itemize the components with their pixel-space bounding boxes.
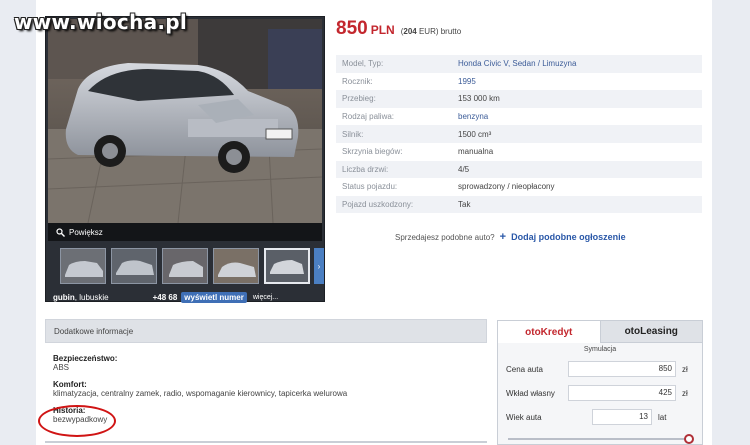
- tab-otoleasing[interactable]: otoLeasing: [600, 321, 702, 343]
- car-price-input[interactable]: 850: [568, 361, 676, 377]
- seller-bar: gubin, lubuskie +48 68 wyświetl numer wi…: [48, 291, 322, 303]
- thumbnail[interactable]: [60, 248, 106, 284]
- info-section-comfort: Komfort: klimatyzacja, centralny zamek, …: [53, 380, 473, 398]
- specs-table: Model, Typ: Honda Civic V, Sedan / Limuzy…: [336, 55, 702, 214]
- info-section-history: Historia: bezwypadkowy: [53, 406, 473, 424]
- price-currency: PLN: [370, 23, 395, 37]
- spec-value: sprowadzony / nieopłacony: [458, 182, 555, 192]
- seller-city: gubin: [53, 292, 75, 302]
- slider-track[interactable]: [508, 438, 688, 440]
- price-eur: (204 EUR) brutto: [401, 27, 462, 36]
- section-divider: [45, 441, 487, 443]
- car-photo-image: [48, 19, 322, 223]
- slider-handle[interactable]: [684, 434, 694, 444]
- spec-value[interactable]: Honda Civic V, Sedan / Limuzyna: [458, 55, 702, 73]
- info-section-text: bezwypadkowy: [53, 415, 108, 424]
- down-payment-input[interactable]: 425: [568, 385, 676, 401]
- tab-otokredyt[interactable]: otoKredyt: [498, 321, 601, 343]
- spec-value: 4/5: [458, 160, 702, 179]
- zoom-label: Powiększ: [69, 227, 103, 237]
- zoom-button[interactable]: Powiększ: [48, 223, 322, 241]
- spec-value: 1500 cm³: [458, 125, 702, 143]
- credit-widget: otoKredyt otoLeasing Symulacja Cena auta…: [497, 320, 703, 445]
- spec-row: Rodzaj paliwa: benzyna: [336, 108, 702, 126]
- spec-label: Przebieg:: [336, 90, 458, 108]
- show-number-button[interactable]: wyświetl numer: [181, 291, 247, 303]
- spec-row: Rocznik: 1995: [336, 73, 702, 91]
- row-unit: lat: [658, 412, 667, 422]
- info-section-title: Bezpieczeństwo:: [53, 354, 118, 363]
- thumbnail-active[interactable]: [264, 248, 310, 284]
- spec-row: Przebieg: 153 000 km: [336, 90, 702, 108]
- row-label: Wiek auta: [506, 412, 542, 422]
- similar-ad: Sprzedajesz podobne auto? + Dodaj podobn…: [395, 231, 626, 243]
- spec-row: Silnik: 1500 cm³: [336, 125, 702, 143]
- additional-info-header: Dodatkowe informacje: [45, 319, 487, 343]
- row-label: Wkład własny: [506, 388, 555, 398]
- spec-value[interactable]: 1995: [458, 73, 702, 91]
- car-age-input[interactable]: 13: [592, 409, 652, 425]
- down-payment-row: Wkład własny 425 zł: [506, 385, 688, 401]
- highlight-circle: [38, 405, 116, 437]
- thumbnail[interactable]: [213, 248, 259, 284]
- spec-label: Rocznik:: [342, 76, 373, 86]
- spec-label: Rodzaj paliwa:: [342, 112, 395, 122]
- eur-rest: EUR) brutto: [416, 27, 462, 36]
- chevron-right-icon: ›: [317, 261, 321, 271]
- more-link[interactable]: więcej...: [253, 294, 278, 301]
- car-price-row: Cena auta 850 zł: [506, 361, 688, 377]
- row-unit: zł: [682, 388, 688, 398]
- info-section-text: klimatyzacja, centralny zamek, radio, ws…: [53, 389, 348, 398]
- spec-value: manualna: [458, 147, 494, 157]
- eur-amount: 204: [403, 27, 417, 36]
- seller-location: gubin, lubuskie: [53, 293, 109, 302]
- spec-row: Skrzynia biegów: manualna: [336, 143, 702, 161]
- car-age-row: Wiek auta 13 lat: [506, 409, 666, 425]
- additional-info-body: Bezpieczeństwo: ABS Komfort: klimatyzacj…: [53, 354, 473, 432]
- spec-label: Model, Typ:: [336, 55, 458, 73]
- similar-question: Sprzedajesz podobne auto?: [395, 232, 495, 242]
- info-section-title: Historia:: [53, 406, 86, 415]
- widget-tabs: otoKredyt otoLeasing: [498, 321, 702, 343]
- seller-region: , lubuskie: [74, 292, 109, 302]
- spec-row: Status pojazdu: sprowadzony / nieopłacony: [336, 178, 702, 196]
- info-section-safety: Bezpieczeństwo: ABS: [53, 354, 473, 372]
- thumbnail-strip: [60, 248, 310, 284]
- spec-value: Tak: [458, 195, 702, 214]
- magnifier-icon: [56, 227, 65, 237]
- seller-phone: +48 68: [152, 292, 178, 302]
- thumbnail[interactable]: [111, 248, 157, 284]
- row-label: Cena auta: [506, 364, 543, 374]
- spec-value[interactable]: benzyna: [458, 108, 702, 126]
- thumbnails-next-button[interactable]: ›: [314, 248, 324, 284]
- info-section-text: ABS: [53, 363, 70, 372]
- spec-label: Skrzynia biegów:: [342, 147, 403, 157]
- watermark: www.wiocha.pl: [14, 10, 188, 34]
- price-amount: 850: [336, 18, 368, 39]
- price: 850 PLN (204 EUR) brutto: [336, 18, 461, 40]
- spec-value: 153 000 km: [458, 90, 702, 108]
- plus-icon[interactable]: +: [500, 231, 506, 243]
- spec-row: Liczba drzwi: 4/5: [336, 160, 702, 179]
- info-section-title: Komfort:: [53, 380, 87, 389]
- photo-gallery: Powiększ › gubin, lubuskie +48 68 wyświe…: [45, 16, 325, 303]
- spec-row: Pojazd uszkodzony: Tak: [336, 195, 702, 214]
- spec-label: Status pojazdu:: [342, 182, 398, 192]
- spec-row: Model, Typ: Honda Civic V, Sedan / Limuzy…: [336, 55, 702, 73]
- thumbnail[interactable]: [162, 248, 208, 284]
- row-unit: zł: [682, 364, 688, 374]
- simulation-label: Symulacja: [583, 346, 617, 353]
- spec-label: Pojazd uszkodzony:: [336, 195, 458, 214]
- add-similar-ad-link[interactable]: Dodaj podobne ogłoszenie: [511, 232, 626, 242]
- spec-label: Silnik:: [336, 125, 458, 143]
- spec-label: Liczba drzwi:: [336, 160, 458, 179]
- main-car-photo[interactable]: [48, 19, 322, 223]
